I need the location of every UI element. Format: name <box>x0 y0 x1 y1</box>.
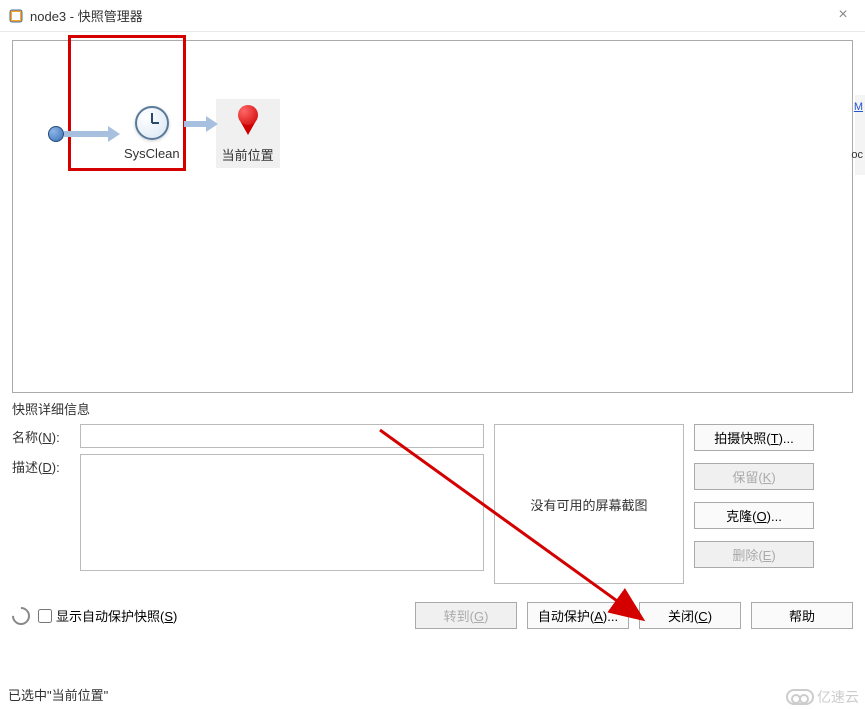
snapshot-detail-section: 快照详细信息 名称(N): 描述(D): 没有可用的屏幕截图 拍摄快照(T)..… <box>12 399 853 584</box>
take-snapshot-button[interactable]: 拍摄快照(T)... <box>694 424 814 451</box>
background-text: M <box>854 101 863 113</box>
status-bar: 已选中"当前位置" 亿速云 <box>0 679 865 709</box>
background-text: oc <box>851 149 863 161</box>
titlebar: node3 - 快照管理器 × <box>0 0 865 32</box>
window-title: node3 - 快照管理器 <box>30 6 143 25</box>
watermark-icon <box>786 689 814 705</box>
autoprotect-button[interactable]: 自动保护(A)... <box>527 602 629 629</box>
close-button[interactable]: 关闭(C) <box>639 602 741 629</box>
status-text: 已选中"当前位置" <box>8 685 108 704</box>
arrow-icon <box>64 131 110 137</box>
screenshot-preview: 没有可用的屏幕截图 <box>494 424 684 584</box>
snapshot-tree-canvas[interactable]: SysClean 当前位置 <box>12 40 853 393</box>
snapshot-node-current[interactable]: 当前位置 <box>216 99 280 168</box>
name-input[interactable] <box>80 424 484 448</box>
name-label: 名称(N): <box>12 424 74 446</box>
pin-icon <box>236 105 260 139</box>
snapshot-node-sysclean[interactable]: SysClean <box>120 106 184 161</box>
clock-icon <box>135 106 169 140</box>
main-area: SysClean 当前位置 <box>12 40 853 393</box>
watermark-text: 亿速云 <box>817 687 859 707</box>
snapshot-label: 当前位置 <box>222 145 274 164</box>
arrow-icon <box>184 121 208 127</box>
checkbox-input[interactable] <box>38 609 52 623</box>
bottom-toolbar: 显示自动保护快照(S) 转到(G) 自动保护(A)... 关闭(C) 帮助 <box>12 602 853 629</box>
description-label: 描述(D): <box>12 454 74 476</box>
watermark: 亿速云 <box>786 687 859 707</box>
show-autoprotect-checkbox[interactable]: 显示自动保护快照(S) <box>38 606 177 625</box>
goto-button: 转到(G) <box>415 602 517 629</box>
preview-empty-text: 没有可用的屏幕截图 <box>530 495 647 514</box>
close-icon[interactable]: × <box>833 6 853 26</box>
description-input[interactable] <box>80 454 484 571</box>
help-button[interactable]: 帮助 <box>751 602 853 629</box>
clone-button[interactable]: 克隆(O)... <box>694 502 814 529</box>
snapshot-label: SysClean <box>124 146 180 161</box>
root-node-icon[interactable] <box>48 126 64 142</box>
refresh-icon[interactable] <box>8 603 33 628</box>
vmware-icon <box>8 8 24 24</box>
delete-button: 删除(E) <box>694 541 814 568</box>
section-title: 快照详细信息 <box>12 399 853 418</box>
checkbox-label: 显示自动保护快照(S) <box>56 606 177 625</box>
keep-button: 保留(K) <box>694 463 814 490</box>
snapshot-timeline: SysClean 当前位置 <box>48 99 280 168</box>
